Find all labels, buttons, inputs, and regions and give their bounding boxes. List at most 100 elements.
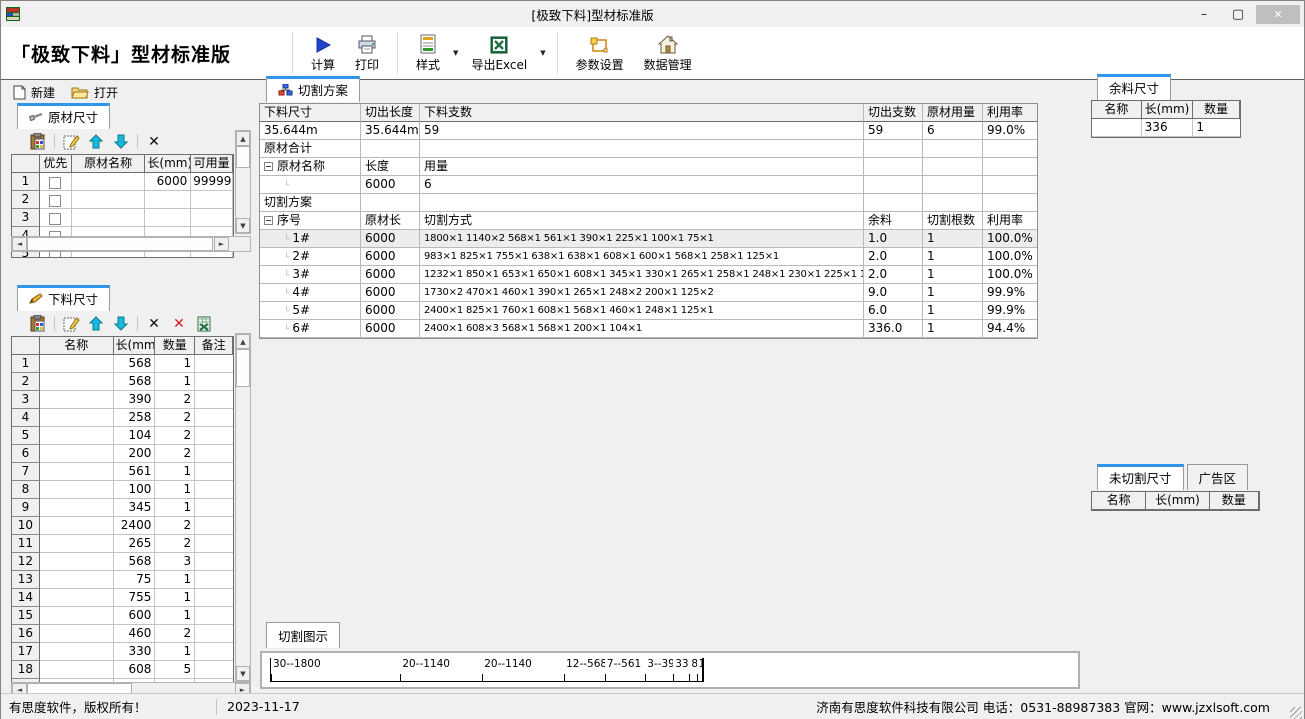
length-cell[interactable]: 200: [114, 445, 156, 463]
import-excel-icon[interactable]: [195, 315, 213, 333]
parameter-settings-button[interactable]: 参数设置: [566, 27, 634, 79]
length-cell[interactable]: 2400: [114, 517, 156, 535]
scroll-thumb[interactable]: [27, 237, 213, 251]
style-dropdown-arrow[interactable]: ▼: [450, 27, 461, 79]
quantity-cell[interactable]: 3: [155, 553, 195, 571]
move-down-icon[interactable]: [112, 315, 130, 333]
note-cell[interactable]: [195, 481, 233, 499]
length-cell[interactable]: 460: [114, 625, 156, 643]
quantity-cell[interactable]: 1: [155, 589, 195, 607]
delete-all-icon[interactable]: ✕: [170, 315, 188, 333]
plan-row[interactable]: └2# 6000 983×1 825×1 755×1 638×1 638×1 6…: [260, 248, 1037, 266]
collapse-expander-icon[interactable]: [264, 162, 273, 171]
name-cell[interactable]: [40, 355, 114, 373]
name-cell[interactable]: [40, 409, 114, 427]
scroll-up-button[interactable]: ▲: [236, 334, 250, 349]
note-cell[interactable]: [195, 625, 233, 643]
note-cell[interactable]: [195, 409, 233, 427]
length-cell[interactable]: 568: [114, 373, 156, 391]
length-cell[interactable]: 104: [114, 427, 156, 445]
new-button[interactable]: 新建: [13, 84, 55, 101]
quantity-cell[interactable]: 2: [155, 391, 195, 409]
name-cell[interactable]: [40, 517, 114, 535]
scroll-thumb[interactable]: [236, 349, 250, 387]
length-cell[interactable]: 568: [114, 553, 156, 571]
name-cell[interactable]: [40, 427, 114, 445]
name-cell[interactable]: [40, 373, 114, 391]
tab-cut-sizes[interactable]: 下料尺寸: [17, 285, 110, 311]
quantity-cell[interactable]: 1: [155, 499, 195, 517]
quantity-cell[interactable]: 1: [155, 373, 195, 391]
note-cell[interactable]: [195, 463, 233, 481]
name-cell[interactable]: [40, 571, 114, 589]
note-cell[interactable]: [195, 355, 233, 373]
plan-row[interactable]: └3# 6000 1232×1 850×1 653×1 650×1 608×1 …: [260, 266, 1037, 284]
tab-surplus-sizes[interactable]: 余料尺寸: [1097, 74, 1171, 100]
minimize-button[interactable]: –: [1188, 5, 1220, 24]
scroll-right-button[interactable]: ►: [214, 237, 229, 251]
quantity-cell[interactable]: 1: [155, 355, 195, 373]
quantity-cell[interactable]: 1: [155, 481, 195, 499]
paste-icon[interactable]: [29, 133, 47, 151]
raw-vertical-scrollbar[interactable]: ▲ ▼: [235, 130, 251, 234]
row-number-cell[interactable]: 15: [12, 607, 40, 625]
length-cell[interactable]: 561: [114, 463, 156, 481]
row-number-cell[interactable]: 9: [12, 499, 40, 517]
length-cell[interactable]: 100: [114, 481, 156, 499]
note-cell[interactable]: [195, 553, 233, 571]
length-cell[interactable]: 390: [114, 391, 156, 409]
plan-row[interactable]: └6# 6000 2400×1 608×3 568×1 568×1 200×1 …: [260, 320, 1037, 338]
row-number-cell[interactable]: 2: [12, 373, 40, 391]
row-number-cell[interactable]: 3: [12, 391, 40, 409]
length-cell[interactable]: 345: [114, 499, 156, 517]
close-button[interactable]: ✕: [1256, 5, 1300, 24]
length-cell[interactable]: 608: [114, 661, 156, 679]
delete-icon[interactable]: ✕: [145, 133, 163, 151]
note-cell[interactable]: [195, 589, 233, 607]
row-number-cell[interactable]: 6: [12, 445, 40, 463]
priority-checkbox[interactable]: [49, 177, 61, 189]
scroll-thumb[interactable]: [236, 146, 250, 168]
available-cell[interactable]: 999999: [191, 173, 233, 191]
edit-icon[interactable]: [62, 133, 80, 151]
row-number-cell[interactable]: 3: [12, 209, 40, 227]
row-number-cell[interactable]: 13: [12, 571, 40, 589]
quantity-cell[interactable]: 2: [155, 427, 195, 445]
row-number-cell[interactable]: 7: [12, 463, 40, 481]
row-number-cell[interactable]: 17: [12, 643, 40, 661]
length-cell[interactable]: 75: [114, 571, 156, 589]
data-management-button[interactable]: 数据管理: [634, 27, 702, 79]
move-up-icon[interactable]: [87, 133, 105, 151]
maximize-button[interactable]: ▢: [1222, 5, 1254, 24]
tab-uncut-sizes[interactable]: 未切割尺寸: [1097, 464, 1184, 490]
row-number-cell[interactable]: 1: [12, 355, 40, 373]
quantity-cell[interactable]: 5: [155, 661, 195, 679]
length-cell[interactable]: 265: [114, 535, 156, 553]
name-cell[interactable]: [40, 463, 114, 481]
length-cell[interactable]: 568: [114, 355, 156, 373]
row-number-cell[interactable]: 4: [12, 409, 40, 427]
row-number-cell[interactable]: 10: [12, 517, 40, 535]
note-cell[interactable]: [195, 517, 233, 535]
quantity-cell[interactable]: 1: [155, 607, 195, 625]
quantity-cell[interactable]: 2: [155, 445, 195, 463]
row-number-cell[interactable]: 16: [12, 625, 40, 643]
row-number-cell[interactable]: 5: [12, 427, 40, 445]
row-number-cell[interactable]: 1: [12, 173, 40, 191]
length-cell[interactable]: 330: [114, 643, 156, 661]
row-number-cell[interactable]: 14: [12, 589, 40, 607]
tab-cutting-diagram[interactable]: 切割图示: [266, 622, 340, 648]
row-number-cell[interactable]: 2: [12, 191, 40, 209]
quantity-cell[interactable]: 1: [155, 571, 195, 589]
length-cell[interactable]: 600: [114, 607, 156, 625]
plan-row[interactable]: └4# 6000 1730×2 470×1 460×1 390×1 265×1 …: [260, 284, 1037, 302]
scroll-track[interactable]: [236, 168, 250, 218]
name-cell[interactable]: [40, 553, 114, 571]
note-cell[interactable]: [195, 499, 233, 517]
length-cell[interactable]: [145, 191, 191, 209]
resize-grip[interactable]: [1290, 707, 1302, 719]
name-cell[interactable]: [40, 391, 114, 409]
scroll-down-button[interactable]: ▼: [236, 666, 250, 681]
priority-checkbox[interactable]: [49, 195, 61, 207]
paste-icon[interactable]: [29, 315, 47, 333]
